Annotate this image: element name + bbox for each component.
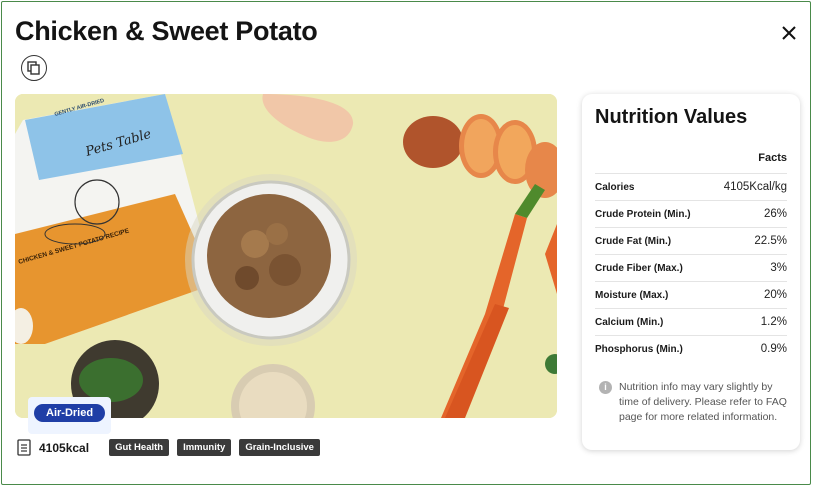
nutrient-name: Calcium (Min.) — [595, 316, 664, 328]
calories-label: 4105kcal — [39, 440, 90, 455]
nutrition-row-protein: Crude Protein (Min.) 26% — [595, 200, 787, 227]
nutrient-name: Calories — [595, 181, 635, 193]
nutrition-row-fat: Crude Fat (Min.) 22.5% — [595, 227, 787, 254]
nutrition-row-calcium: Calcium (Min.) 1.2% — [595, 308, 787, 335]
product-photo: Pets Table GENTLY AIR-DRIED CHICKEN & SW… — [15, 94, 557, 418]
nutrient-value: 26% — [763, 208, 787, 220]
product-illustration: Pets Table GENTLY AIR-DRIED CHICKEN & SW… — [15, 94, 557, 418]
product-modal: Chicken & Sweet Potato Pets Table GENTLY… — [1, 1, 811, 485]
nutrition-row-fiber: Crude Fiber (Max.) 3% — [595, 254, 787, 281]
nutrition-panel: Nutrition Values Facts Calories 4105Kcal… — [582, 94, 800, 450]
copy-icon — [27, 61, 40, 75]
nutrition-note-text: Nutrition info may vary slightly by time… — [619, 381, 787, 423]
facts-column-header: Facts — [758, 152, 787, 164]
nutrient-value: 4105Kcal/kg — [723, 181, 787, 193]
nutrient-name: Moisture (Max.) — [595, 289, 669, 301]
nutrition-heading: Nutrition Values — [595, 106, 748, 128]
nutrition-table: Calories 4105Kcal/kg Crude Protein (Min.… — [595, 173, 787, 362]
info-icon: i — [599, 381, 612, 394]
tag-grain-inclusive: Grain-Inclusive — [239, 439, 320, 456]
nutrient-name: Crude Protein (Min.) — [595, 208, 691, 220]
copy-button[interactable] — [21, 55, 47, 81]
air-dried-badge: Air-Dried — [28, 397, 112, 434]
nutrient-value: 0.9% — [760, 343, 787, 355]
tag-gut-health: Gut Health — [109, 439, 170, 456]
badge-label: Air-Dried — [34, 404, 106, 422]
nutrient-name: Crude Fiber (Max.) — [595, 262, 683, 274]
tag-immunity: Immunity — [177, 439, 232, 456]
nutrient-value: 1.2% — [760, 316, 787, 328]
product-title: Chicken & Sweet Potato — [15, 16, 318, 46]
nutrient-name: Phosphorus (Min.) — [595, 343, 683, 355]
nutrient-value: 22.5% — [754, 235, 787, 247]
nutrient-value: 3% — [770, 262, 787, 274]
nutrition-row-moisture: Moisture (Max.) 20% — [595, 281, 787, 308]
product-meta: 4105kcal Gut Health Immunity Grain-Inclu… — [17, 439, 320, 456]
close-icon — [782, 26, 796, 40]
nutrition-row-calories: Calories 4105Kcal/kg — [595, 173, 787, 200]
nutrition-row-phosphorus: Phosphorus (Min.) 0.9% — [595, 335, 787, 362]
nutrition-note: i Nutrition info may vary slightly by ti… — [599, 380, 789, 425]
close-button[interactable] — [778, 22, 800, 44]
nutrient-value: 20% — [763, 289, 787, 301]
document-icon — [17, 439, 31, 456]
nutrient-name: Crude Fat (Min.) — [595, 235, 672, 247]
